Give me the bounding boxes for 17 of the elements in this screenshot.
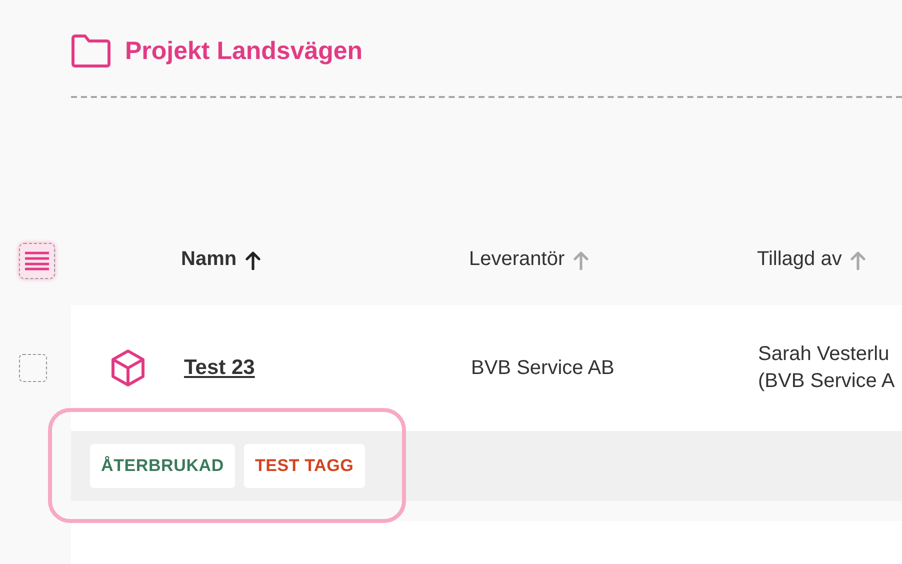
sort-arrow-icon (572, 250, 589, 270)
sort-arrow-icon (850, 250, 866, 270)
tag: TEST TAGG (244, 444, 365, 488)
table-cell-text: BVB Service AB (471, 356, 614, 380)
table-cell-text: Sarah Vesterlu (BVB Service A (758, 342, 895, 394)
project-title: Projekt Landsvägen (125, 36, 363, 66)
sort-arrow-icon (244, 250, 261, 270)
column-header[interactable]: Leverantör (469, 248, 589, 271)
select-all-button[interactable] (19, 243, 55, 279)
column-header[interactable]: Tillagd av (757, 248, 866, 271)
list-icon (24, 250, 50, 272)
cube-icon (110, 349, 146, 387)
item-name-link[interactable]: Test 23 (184, 356, 255, 380)
folder-icon (71, 34, 111, 68)
row-checkbox[interactable] (19, 354, 47, 382)
column-header[interactable]: Namn (181, 248, 261, 271)
tag: ÅTERBRUKAD (90, 444, 235, 488)
